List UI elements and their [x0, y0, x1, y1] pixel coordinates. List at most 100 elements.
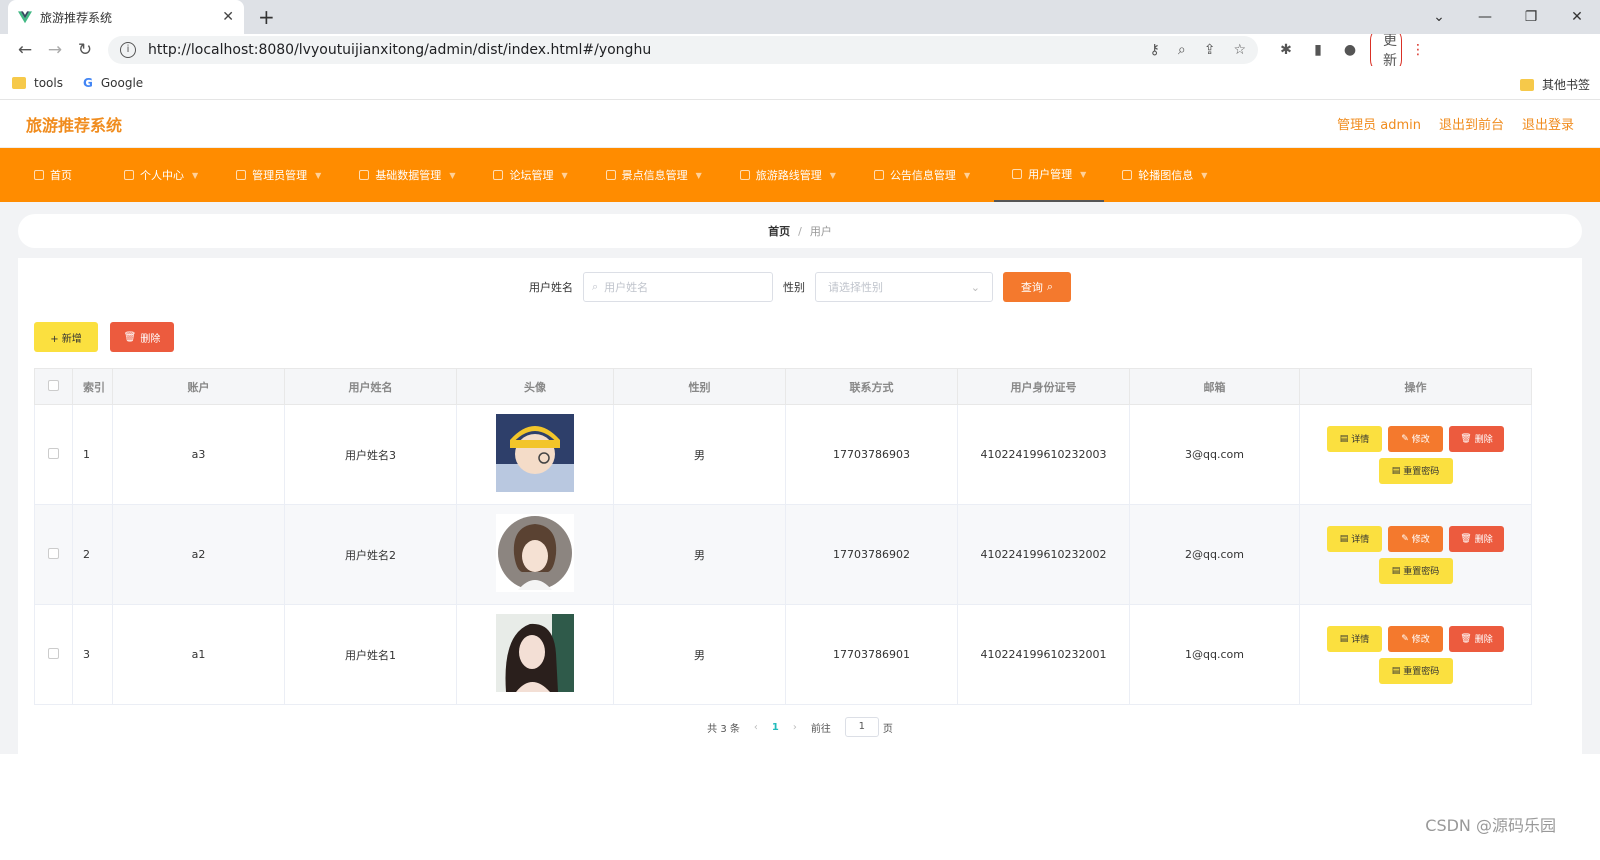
cell-email: 2@qq.com: [1129, 504, 1300, 605]
profile-icon[interactable]: ●: [1334, 42, 1366, 58]
browser-tab[interactable]: 旅游推荐系统 ✕: [8, 0, 244, 34]
delete-label: 删除: [1474, 535, 1493, 545]
nav-user-manage[interactable]: 用户管理 ▼: [994, 148, 1105, 202]
admin-icon: [236, 170, 247, 180]
delete-button[interactable]: 🗑 删除: [1449, 525, 1504, 552]
cell-account: a2: [112, 504, 285, 605]
folder-icon: [12, 76, 26, 89]
gender-select[interactable]: 请选择性别 ⌄: [815, 272, 993, 302]
search-icon: ⌕: [592, 280, 599, 293]
site-info-icon[interactable]: i: [120, 42, 136, 58]
vue-logo-icon: [18, 11, 32, 24]
other-bookmarks[interactable]: 其他书签: [1542, 76, 1590, 93]
minimize-button[interactable]: —: [1462, 9, 1508, 25]
breadcrumb-home[interactable]: 首页: [768, 223, 790, 239]
page-jump-input[interactable]: 1: [844, 717, 879, 737]
bookmark-tools[interactable]: tools: [34, 76, 63, 90]
detail-button[interactable]: ▤ 详情: [1327, 425, 1382, 452]
logout-link[interactable]: 退出登录: [1522, 114, 1574, 133]
cell-id-number: 410224199610232002: [957, 504, 1130, 605]
col-index: 索引: [72, 368, 113, 405]
zoom-icon[interactable]: ⌕: [1178, 42, 1186, 58]
detail-label: 详情: [1351, 535, 1370, 545]
name-search-input[interactable]: ⌕ 用户姓名: [583, 272, 773, 302]
nav-profile[interactable]: 个人中心 ▼: [110, 148, 212, 202]
reset-label: 重置密码: [1403, 667, 1440, 677]
nav-forum[interactable]: 论坛管理 ▼: [479, 148, 581, 202]
gender-placeholder: 请选择性别: [828, 281, 883, 294]
nav-carousel[interactable]: 轮播图信息 ▼: [1108, 148, 1221, 202]
edit-label: 修改: [1411, 435, 1430, 445]
avatar: [496, 514, 574, 592]
bookmark-google[interactable]: Google: [101, 76, 143, 90]
user-icon: [124, 170, 134, 180]
back-icon[interactable]: ←: [10, 40, 40, 60]
delete-button[interactable]: 🗑 删除: [1449, 425, 1504, 452]
reset-label: 重置密码: [1403, 467, 1440, 477]
col-account: 账户: [112, 368, 285, 405]
nav-home[interactable]: 首页: [20, 148, 86, 202]
address-bar-row: ← → ↻ i http://localhost:8080/lvyoutuiji…: [0, 26, 1600, 74]
chevron-down-icon: ▼: [192, 170, 199, 180]
nav-route[interactable]: 旅游路线管理 ▼: [726, 148, 850, 202]
cell-name: 用户姓名1: [284, 604, 457, 705]
reset-password-button[interactable]: ▤ 重置密码: [1378, 657, 1453, 684]
key-icon[interactable]: ⚷: [1150, 42, 1160, 58]
reset-password-button[interactable]: ▤ 重置密码: [1378, 557, 1453, 584]
url-field[interactable]: i http://localhost:8080/lvyoutuijianxito…: [108, 36, 1258, 64]
current-page[interactable]: 1: [772, 722, 779, 733]
row-checkbox[interactable]: [48, 647, 59, 659]
new-tab-button[interactable]: +: [258, 5, 275, 29]
extensions-icon[interactable]: ✱: [1270, 42, 1302, 58]
tab-search-icon[interactable]: ⌄: [1416, 9, 1462, 25]
edit-button[interactable]: ✎ 修改: [1388, 425, 1443, 452]
col-phone: 联系方式: [785, 368, 958, 405]
nav-base-data[interactable]: 基础数据管理 ▼: [345, 148, 469, 202]
row-checkbox[interactable]: [48, 447, 59, 459]
batch-delete-button[interactable]: 🗑 删除: [110, 322, 174, 352]
admin-label: 管理员 admin: [1337, 118, 1421, 133]
menu-icon[interactable]: ⋮: [1402, 42, 1434, 58]
nav-notice[interactable]: 公告信息管理 ▼: [860, 148, 984, 202]
nav-label: 首页: [50, 169, 72, 182]
nav-label: 基础数据管理: [375, 169, 442, 182]
row-checkbox[interactable]: [48, 547, 59, 559]
cell-id-number: 410224199610232001: [957, 604, 1130, 705]
exit-to-front-link[interactable]: 退出到前台: [1439, 114, 1504, 133]
app-header: 旅游推荐系统 管理员 admin 退出到前台 退出登录: [0, 100, 1600, 148]
delete-button[interactable]: 🗑 删除: [1449, 625, 1504, 652]
detail-label: 详情: [1351, 635, 1370, 645]
carousel-icon: [1122, 170, 1133, 180]
nav-admin-manage[interactable]: 管理员管理 ▼: [222, 148, 335, 202]
next-page-icon[interactable]: ›: [793, 722, 797, 733]
edit-button[interactable]: ✎ 修改: [1388, 525, 1443, 552]
share-icon[interactable]: ⇪: [1204, 42, 1216, 58]
reload-icon[interactable]: ↻: [70, 40, 100, 60]
home-icon: [34, 170, 44, 180]
cell-account: a1: [112, 604, 285, 705]
query-button[interactable]: 查询 ⌕: [1003, 272, 1071, 302]
close-window-button[interactable]: ✕: [1554, 9, 1600, 25]
prev-page-icon[interactable]: ‹: [754, 722, 758, 733]
url-text: http://localhost:8080/lvyoutuijianxitong…: [148, 42, 652, 58]
star-icon[interactable]: ☆: [1233, 42, 1246, 58]
breadcrumb-current: 用户: [809, 225, 832, 238]
close-tab-icon[interactable]: ✕: [222, 9, 234, 25]
pencil-icon: ✎: [1401, 533, 1409, 544]
detail-button[interactable]: ▤ 详情: [1327, 525, 1382, 552]
route-icon: [739, 170, 750, 180]
reset-password-button[interactable]: ▤ 重置密码: [1378, 457, 1453, 484]
browser-tabstrip: 旅游推荐系统 ✕ + ⌄ — ❐ ✕: [0, 0, 1600, 34]
select-all-checkbox[interactable]: [48, 379, 59, 391]
nav-scenic[interactable]: 景点信息管理 ▼: [592, 148, 716, 202]
restore-button[interactable]: ❐: [1508, 9, 1554, 25]
add-button[interactable]: + 新增: [34, 322, 98, 352]
side-panel-icon[interactable]: ▮: [1302, 42, 1334, 58]
delete-label: 删除: [140, 333, 161, 345]
content-area: 首页 / 用户 用户姓名 ⌕ 用户姓名 性别 请选择性别 ⌄ 查询 ⌕ + 新增 🗑 删…: [0, 202, 1600, 754]
chevron-down-icon: ▼: [449, 170, 456, 180]
app-title: 旅游推荐系统: [26, 115, 123, 135]
forward-icon[interactable]: →: [40, 40, 70, 60]
edit-button[interactable]: ✎ 修改: [1388, 625, 1443, 652]
detail-button[interactable]: ▤ 详情: [1327, 625, 1382, 652]
